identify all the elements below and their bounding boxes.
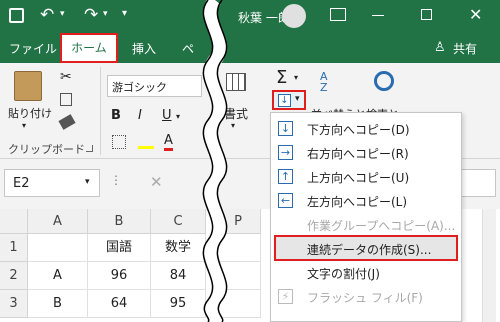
autosum-dropdown-icon[interactable]: ▾ [294,73,298,82]
autosum-icon[interactable]: Σ [276,67,287,88]
fill-dropdown-icon: ▾ [295,94,300,104]
copy-icon[interactable] [60,93,72,106]
save-icon[interactable] [9,8,24,23]
arrow-down-icon: ↓ [278,121,293,136]
undo-icon[interactable]: ↶ [40,5,54,25]
name-box-value: E2 [13,176,30,191]
menu-item-label: 連続データの作成(S)... [307,243,432,257]
menu-item-fill-down[interactable]: ↓ 下方向へコピー(D) [271,117,461,141]
menu-item-fill-up[interactable]: ↑ 上方向へコピー(U) [271,165,461,189]
ribbon-display-icon[interactable] [330,8,346,21]
screenshot-cut-divider [202,0,228,322]
cell-a3[interactable]: B [28,290,88,318]
underline-button[interactable]: U [162,108,172,123]
tab-file[interactable]: ファイル [8,37,58,63]
tab-insert[interactable]: 挿入 [124,37,164,63]
fill-button[interactable]: ↓ ▾ [272,90,306,110]
fill-dropdown-menu: ↓ 下方向へコピー(D) → 右方向へコピー(R) ↑ 上方向へコピー(U) ←… [270,112,462,322]
minimize-icon[interactable] [372,15,384,16]
flash-fill-icon: ⚡ [278,289,293,304]
more-options-icon[interactable]: ⋮ [110,173,122,187]
select-all-corner[interactable] [0,209,28,234]
underline-dropdown-icon[interactable]: ▾ [176,112,180,121]
tab-home[interactable]: ホーム [60,33,118,63]
cell-a1[interactable] [28,234,88,262]
column-header-b[interactable]: B [88,209,151,234]
fill-color-icon[interactable] [138,135,154,149]
menu-item-justify[interactable]: 文字の割付(J) [271,261,461,285]
font-name-box[interactable]: 游ゴシック [107,75,202,97]
cell-b3[interactable]: 64 [88,290,151,318]
menu-item-label: 上方向へコピー(U) [307,171,410,185]
borders-icon[interactable] [112,135,126,149]
undo-dropdown-icon[interactable]: ▾ [60,9,65,19]
italic-button[interactable]: I [138,108,142,123]
ribbon-tabs: ファイル ホーム 挿入 ペ ♙ 共有 [0,33,500,63]
format-painter-icon[interactable] [58,114,76,130]
cut-icon[interactable]: ✂ [60,69,72,85]
paste-icon[interactable] [14,71,42,101]
vertical-scrollbar[interactable] [482,209,496,322]
menu-item-label: 下方向へコピー(D) [307,123,410,137]
group-divider [100,67,101,155]
arrow-up-icon: ↑ [278,169,293,184]
menu-item-label: 文字の割付(J) [307,267,380,281]
cell-b1[interactable]: 国語 [88,234,151,262]
cell-b2[interactable]: 96 [88,262,151,290]
paste-button-label[interactable]: 貼り付け [8,105,52,121]
title-bar: ↶ ▾ ↷ ▾ ▾ 秋葉 一郎 ✕ [0,0,500,33]
customize-qat-icon[interactable]: ▾ [122,8,127,19]
column-header-a[interactable]: A [28,209,88,234]
share-button[interactable]: 共有 [450,37,480,63]
cancel-entry-icon[interactable]: ✕ [150,173,163,191]
menu-item-label: 作業グループへコピー(A)... [307,219,456,233]
restore-icon[interactable] [421,9,432,20]
paste-dropdown-icon[interactable]: ▾ [22,121,26,130]
menu-item-fill-right[interactable]: → 右方向へコピー(R) [271,141,461,165]
menu-item-flash-fill[interactable]: ⚡ フラッシュ フィル(F) [271,285,461,309]
row-header-1[interactable]: 1 [0,234,28,262]
close-icon[interactable]: ✕ [469,5,482,24]
row-header-2[interactable]: 2 [0,262,28,290]
menu-item-label: 左方向へコピー(L) [307,195,408,209]
clipboard-launcher-icon[interactable] [86,145,93,152]
menu-item-fill-left[interactable]: ← 左方向へコピー(L) [271,189,461,213]
share-icon[interactable]: ♙ [434,40,446,55]
name-box[interactable]: E2 ▾ [4,169,100,197]
menu-item-fill-series[interactable]: 連続データの作成(S)... [274,235,458,261]
clipboard-group-label: クリップボード [8,143,85,156]
cell-a2[interactable]: A [28,262,88,290]
menu-item-label: 右方向へコピー(R) [307,147,409,161]
row-header-3[interactable]: 3 [0,290,28,318]
font-name-value: 游ゴシック [112,81,167,94]
menu-item-fill-across-worksheets[interactable]: 作業グループへコピー(A)... [271,213,461,237]
arrow-right-icon: → [278,145,293,160]
menu-item-label: フラッシュ フィル(F) [307,291,423,305]
sort-filter-icon[interactable]: AZ [320,71,328,93]
redo-dropdown-icon[interactable]: ▾ [103,9,108,19]
name-box-dropdown-icon[interactable]: ▾ [85,177,90,187]
excel-window: ↶ ▾ ↷ ▾ ▾ 秋葉 一郎 ✕ ファイル ホーム 挿入 ペ ♙ 共有 貼り付… [0,0,500,322]
fill-down-icon: ↓ [278,94,291,107]
font-color-icon[interactable]: A [164,133,173,151]
find-select-icon[interactable] [374,71,394,91]
avatar[interactable] [282,4,306,28]
arrow-left-icon: ← [278,193,293,208]
bold-button[interactable]: B [111,108,121,123]
redo-icon[interactable]: ↷ [84,5,98,25]
